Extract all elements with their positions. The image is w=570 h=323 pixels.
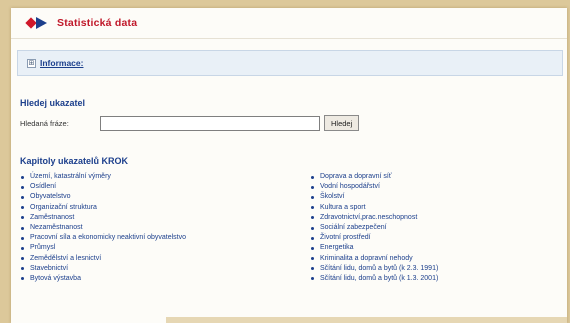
chapter-item[interactable]: Obyvatelstvo [21, 192, 186, 202]
bullet-icon [21, 236, 24, 240]
bullet-icon [311, 206, 314, 210]
search-label: Hledaná fráze: [20, 118, 69, 128]
chapter-item[interactable]: Území, katastrální výměry [21, 172, 186, 182]
chapter-link[interactable]: Bytová výstavba [30, 274, 81, 284]
chapter-item[interactable]: Zemědělství a lesnictví [21, 254, 186, 264]
search-heading: Hledej ukazatel [20, 98, 86, 108]
chapter-link[interactable]: Energetika [320, 243, 353, 253]
chapter-link[interactable]: Kriminalita a dopravní nehody [320, 254, 413, 264]
chapter-link[interactable]: Nezaměstnanost [30, 223, 83, 233]
bullet-icon [311, 236, 314, 240]
bullet-icon [21, 175, 24, 179]
chapters-heading: Kapitoly ukazatelů KROK [20, 156, 129, 166]
chapter-link[interactable]: Stavebnictví [30, 264, 68, 274]
chapter-link[interactable]: Životní prostředí [320, 233, 371, 243]
content-page: Statistická data ⊞ Informace: Hledej uka… [11, 8, 567, 323]
bullet-icon [21, 185, 24, 189]
bullet-icon [311, 195, 314, 199]
page-title: Statistická data [57, 17, 138, 29]
search-input[interactable] [100, 115, 320, 131]
bullet-icon [311, 246, 314, 250]
chapter-item[interactable]: Zdravotnictví,prac.neschopnost [311, 213, 438, 223]
logo-icon [25, 16, 49, 30]
chapter-link[interactable]: Vodní hospodářství [320, 182, 380, 192]
chapter-link[interactable]: Území, katastrální výměry [30, 172, 111, 182]
bullet-icon [21, 246, 24, 250]
chapter-item[interactable]: Stavebnictví [21, 264, 186, 274]
chapter-item[interactable]: Energetika [311, 243, 438, 253]
expand-icon[interactable]: ⊞ [27, 58, 36, 68]
chapter-link[interactable]: Obyvatelstvo [30, 192, 70, 202]
chapter-item[interactable]: Životní prostředí [311, 233, 438, 243]
chapter-link[interactable]: Zaměstnanost [30, 213, 74, 223]
chapter-link[interactable]: Kultura a sport [320, 203, 366, 213]
chapter-link[interactable]: Sčítání lidu, domů a bytů (k 1.3. 2001) [320, 274, 438, 284]
chapter-item[interactable]: Kultura a sport [311, 203, 438, 213]
chapter-item[interactable]: Kriminalita a dopravní nehody [311, 254, 438, 264]
bullet-icon [21, 206, 24, 210]
chapter-item[interactable]: Sčítání lidu, domů a bytů (k 2.3. 1991) [311, 264, 438, 274]
chapter-item[interactable]: Zaměstnanost [21, 213, 186, 223]
chapter-item[interactable]: Vodní hospodářství [311, 182, 438, 192]
chapter-item[interactable]: Nezaměstnanost [21, 223, 186, 233]
bullet-icon [311, 185, 314, 189]
search-row: Hledaná fráze: Hledej [20, 115, 360, 131]
chapter-item[interactable]: Bytová výstavba [21, 274, 186, 284]
bullet-icon [311, 277, 314, 281]
bullet-icon [311, 257, 314, 261]
chapter-item[interactable]: Sociální zabezpečení [311, 223, 438, 233]
search-button[interactable]: Hledej [324, 115, 360, 131]
chapter-item[interactable]: Průmysl [21, 243, 186, 253]
chapter-item[interactable]: Školství [311, 192, 438, 202]
chapter-link[interactable]: Osídlení [30, 182, 56, 192]
chapter-link[interactable]: Sociální zabezpečení [320, 223, 387, 233]
chapter-item[interactable]: Doprava a dopravní síť [311, 172, 438, 182]
bullet-icon [21, 216, 24, 220]
bullet-icon [311, 226, 314, 230]
bullet-icon [311, 175, 314, 179]
bullet-icon [311, 267, 314, 271]
chapters-list-left: Území, katastrální výměry Osídlení Obyvate… [21, 172, 186, 284]
bullet-icon [21, 267, 24, 271]
chapter-link[interactable]: Organizační struktura [30, 203, 97, 213]
chapters-list-right: Doprava a dopravní síť Vodní hospodářství… [311, 172, 438, 284]
chapter-link[interactable]: Doprava a dopravní síť [320, 172, 392, 182]
chapter-link[interactable]: Pracovní síla a ekonomicky neaktivní oby… [30, 233, 186, 243]
info-panel[interactable]: ⊞ Informace: [17, 50, 563, 76]
chapter-item[interactable]: Organizační struktura [21, 203, 186, 213]
chapter-link[interactable]: Zemědělství a lesnictví [30, 254, 101, 264]
chapter-link[interactable]: Zdravotnictví,prac.neschopnost [320, 213, 417, 223]
bullet-icon [21, 257, 24, 261]
chapter-item[interactable]: Osídlení [21, 182, 186, 192]
chapter-item[interactable]: Pracovní síla a ekonomicky neaktivní oby… [21, 233, 186, 243]
bullet-icon [21, 277, 24, 281]
header-bar: Statistická data [11, 8, 567, 39]
bullet-icon [21, 226, 24, 230]
info-link[interactable]: Informace: [40, 58, 83, 68]
chapter-link[interactable]: Sčítání lidu, domů a bytů (k 2.3. 1991) [320, 264, 438, 274]
chapter-link[interactable]: Školství [320, 192, 345, 202]
bullet-icon [311, 216, 314, 220]
bullet-icon [21, 195, 24, 199]
chapter-item[interactable]: Sčítání lidu, domů a bytů (k 1.3. 2001) [311, 274, 438, 284]
chapter-link[interactable]: Průmysl [30, 243, 55, 253]
